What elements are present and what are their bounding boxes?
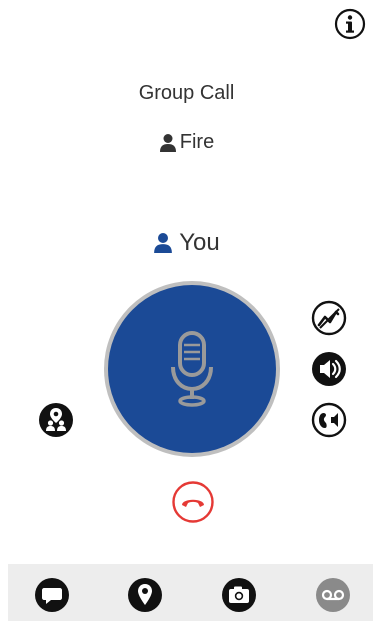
signal-button[interactable] <box>311 300 347 336</box>
map-members-button[interactable] <box>38 402 74 438</box>
earpiece-button[interactable] <box>311 402 347 438</box>
push-to-talk-button[interactable] <box>108 285 276 453</box>
location-pin-icon <box>128 578 162 612</box>
speakerphone-button[interactable] <box>311 351 347 387</box>
call-type-title: Group Call <box>138 82 235 104</box>
info-button[interactable] <box>334 8 366 40</box>
active-speaker-row: You <box>0 229 373 257</box>
person-icon <box>159 133 176 152</box>
voicemail-button[interactable] <box>315 577 351 613</box>
group-name-row: Fire <box>0 131 373 154</box>
chat-button[interactable] <box>34 577 70 613</box>
info-icon <box>334 8 366 40</box>
map-people-icon <box>39 403 73 437</box>
location-button[interactable] <box>127 577 163 613</box>
chat-icon <box>35 578 69 612</box>
camera-button[interactable] <box>221 577 257 613</box>
group-name: Fire <box>179 131 215 153</box>
microphone-icon <box>171 331 213 407</box>
end-call-button[interactable] <box>171 480 215 524</box>
speaker-icon <box>312 352 346 386</box>
phone-hangup-icon <box>172 481 214 523</box>
active-speaker-name: You <box>179 229 220 256</box>
earpiece-icon <box>311 402 347 438</box>
signal-icon <box>311 300 347 336</box>
camera-icon <box>222 578 256 612</box>
speaker-person-icon <box>154 233 173 253</box>
voicemail-icon <box>316 578 350 612</box>
